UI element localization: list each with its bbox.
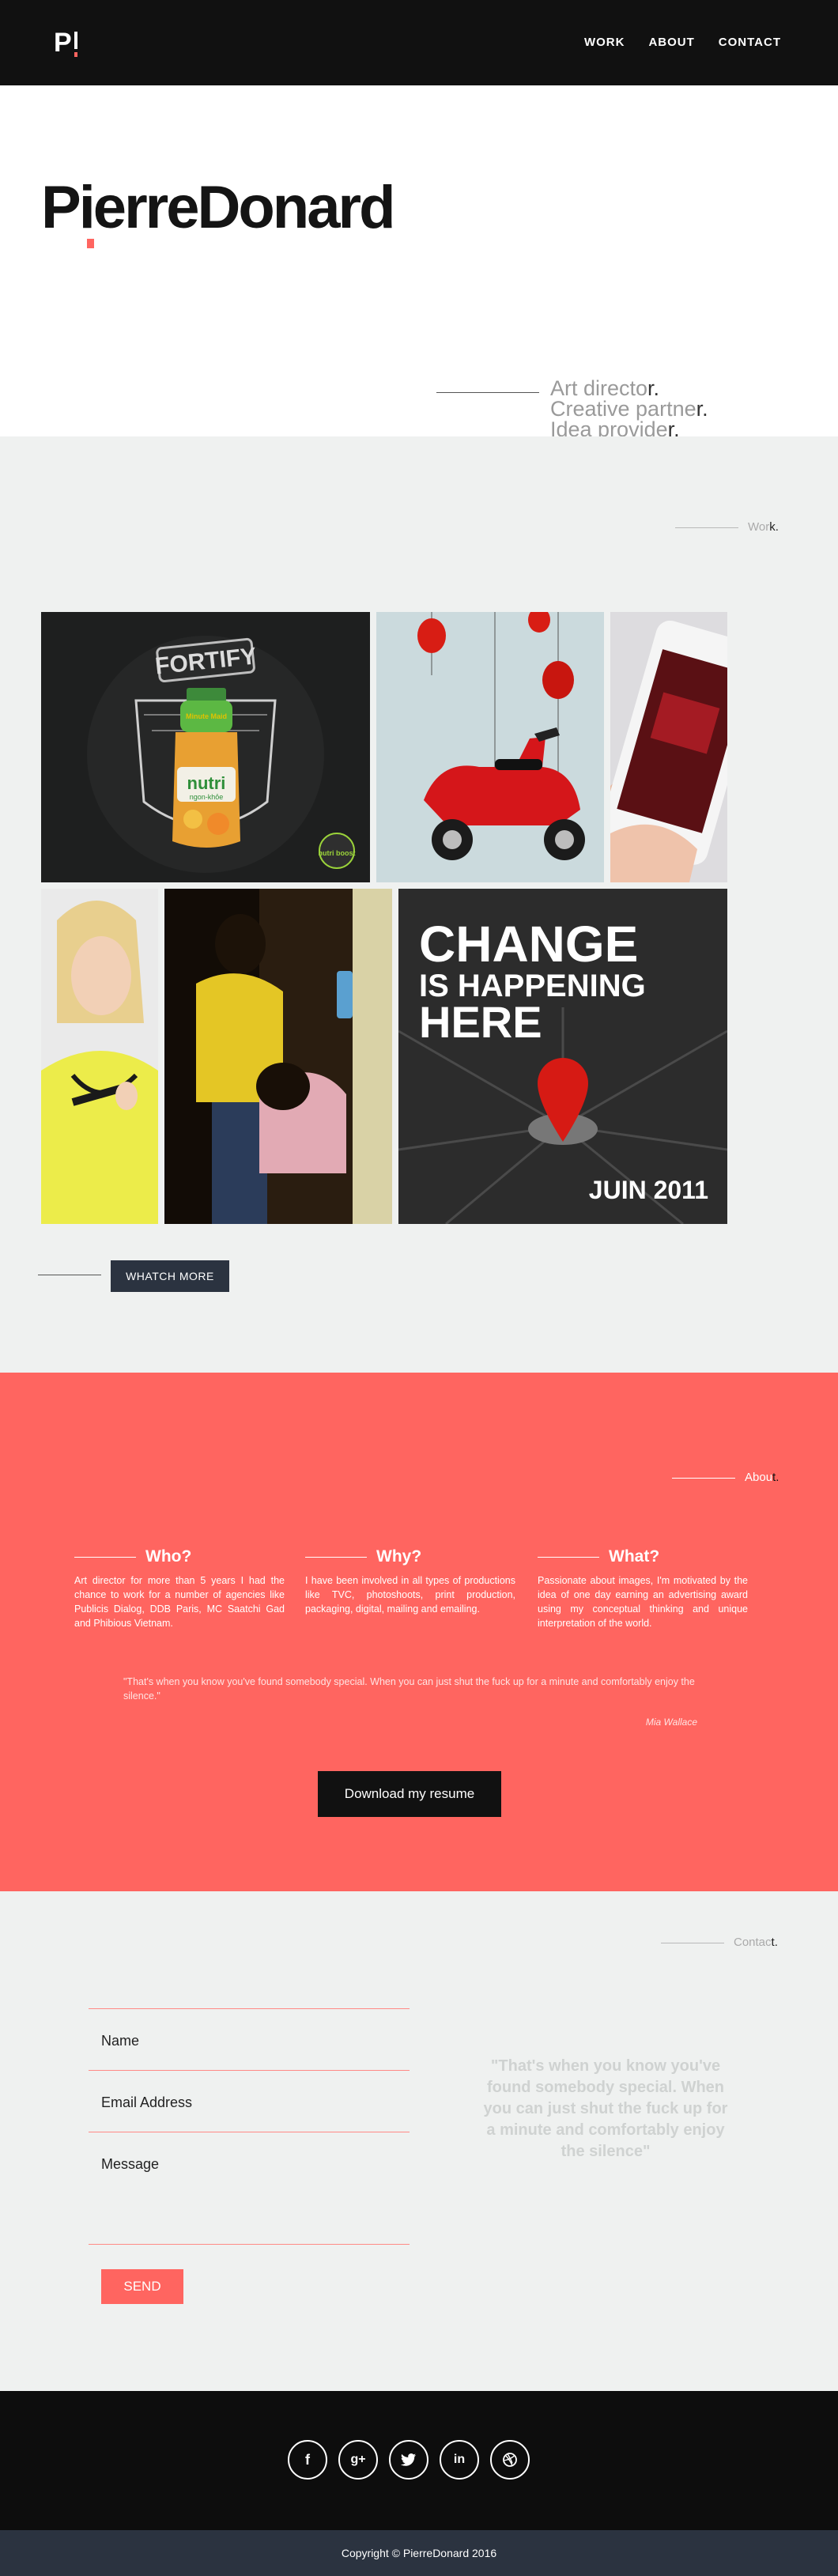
salon-image (164, 889, 392, 1224)
who-title: Who? (145, 1547, 192, 1566)
woman-yellow-tile[interactable] (41, 889, 158, 1224)
social-links: f g+ in (288, 2440, 530, 2480)
quote-author: Mia Wallace (645, 1717, 697, 1728)
contact-quote: "That's when you know you've found someb… (483, 2057, 728, 2160)
watch-more-button[interactable]: WHATCH MORE (111, 1260, 229, 1292)
main-nav: WORK ABOUT CONTACT (584, 35, 781, 51)
contact-label: Contact. (661, 1936, 778, 1950)
taglines: Art director. Creative partner. Idea pro… (550, 378, 708, 440)
change-poster-image: CHANGE IS HAPPENING HERE JUIN 2011 (398, 889, 727, 1224)
change-poster-tile[interactable]: CHANGE IS HAPPENING HERE JUIN 2011 (398, 889, 727, 1224)
dribbble-icon[interactable] (490, 2440, 530, 2480)
svg-text:HERE: HERE (419, 997, 542, 1047)
svg-text:Minute Maid: Minute Maid (186, 712, 227, 720)
site-header: P WORK ABOUT CONTACT (0, 0, 838, 85)
vespa-image (376, 612, 604, 882)
nav-about[interactable]: ABOUT (648, 35, 694, 51)
why-column: Why? I have been involved in all types o… (305, 1547, 515, 1616)
copyright-text: Copyright © PierreDonard 2016 (341, 2547, 497, 2559)
svg-text:nutri boost: nutri boost (319, 849, 356, 857)
svg-text:nutri: nutri (187, 773, 226, 793)
tagline: Art director. (550, 376, 660, 400)
logo-bar (74, 32, 77, 49)
about-quote: "That's when you know you've found someb… (123, 1676, 695, 1702)
logo-dot (74, 52, 77, 57)
logo[interactable]: P (54, 27, 85, 62)
phone-image (610, 612, 727, 882)
twitter-icon[interactable] (389, 2440, 428, 2480)
who-column: Who? Art director for more than 5 years … (74, 1547, 285, 1630)
svg-text:JUIN 2011: JUIN 2011 (589, 1176, 708, 1204)
why-text: I have been involved in all types of pro… (305, 1575, 515, 1615)
work-label: Work. (675, 520, 779, 534)
who-text: Art director for more than 5 years I had… (74, 1575, 285, 1629)
svg-text:ngon-khỏe: ngon-khỏe (190, 793, 224, 801)
what-text: Passionate about images, I'm motivated b… (538, 1575, 748, 1629)
logo-letter: P (54, 28, 72, 58)
work-section: Work. FORTIFY Minute Maid nutri ngon-khỏ… (0, 436, 838, 1373)
google-plus-icon[interactable]: g+ (338, 2440, 378, 2480)
site-footer: f g+ in (0, 2391, 838, 2530)
wordmark: PierreDonard (41, 172, 395, 248)
email-field[interactable]: Email Address (101, 2094, 192, 2111)
facebook-icon[interactable]: f (288, 2440, 327, 2480)
fortify-image: FORTIFY Minute Maid nutri ngon-khỏe nutr… (41, 612, 370, 882)
name-field[interactable]: Name (101, 2032, 139, 2049)
copyright-bar: Copyright © PierreDonard 2016 (0, 2530, 838, 2576)
hero-section: PierreDonard Art director. Creative part… (0, 85, 838, 440)
phone-tile[interactable] (610, 612, 727, 882)
hero-divider (436, 392, 539, 393)
what-title: What? (609, 1547, 660, 1566)
send-button[interactable]: SEND (101, 2269, 183, 2304)
nav-contact[interactable]: CONTACT (719, 35, 781, 51)
about-label: About. (672, 1471, 779, 1485)
about-section: About. Who? Art director for more than 5… (0, 1373, 838, 1891)
wordmark-dot (87, 239, 94, 248)
message-field[interactable]: Message (101, 2155, 159, 2173)
why-title: Why? (376, 1547, 422, 1566)
svg-text:CHANGE: CHANGE (419, 916, 638, 973)
download-resume-button[interactable]: Download my resume (318, 1771, 501, 1817)
wordmark-text: PierreDonard (41, 174, 395, 241)
tagline: Creative partner. (550, 397, 708, 421)
vespa-tile[interactable] (376, 612, 604, 882)
hair-salon-tile[interactable] (164, 889, 392, 1224)
nav-work[interactable]: WORK (584, 35, 625, 51)
linkedin-icon[interactable]: in (440, 2440, 479, 2480)
fortify-tile[interactable]: FORTIFY Minute Maid nutri ngon-khỏe nutr… (41, 612, 370, 882)
contact-section: Contact. Name Email Address Message SEND… (0, 1891, 838, 2391)
woman-image (41, 889, 158, 1224)
what-column: What? Passionate about images, I'm motiv… (538, 1547, 748, 1630)
